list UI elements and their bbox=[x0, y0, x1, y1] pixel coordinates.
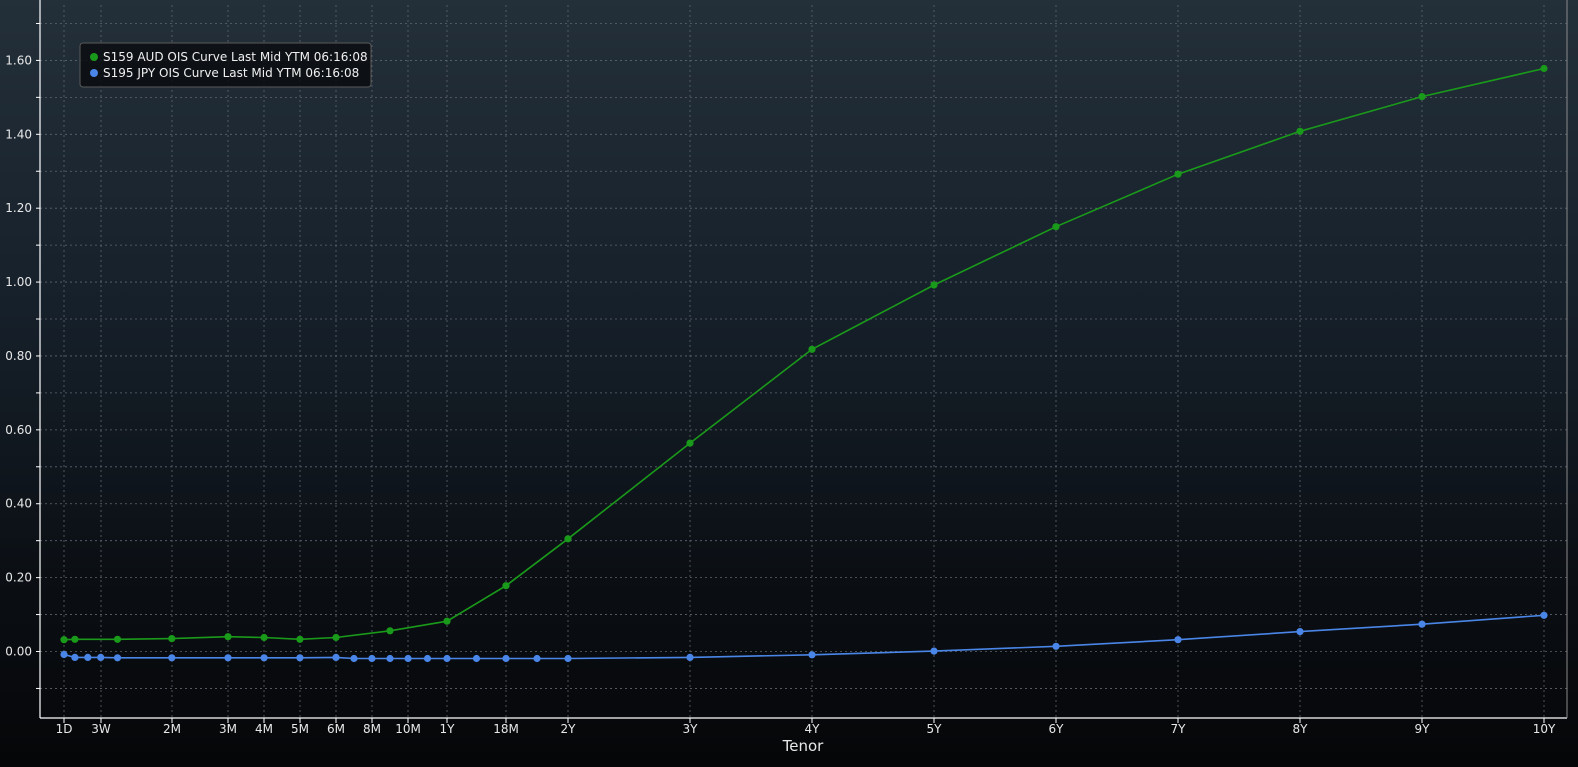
y-tick-label: 1.00 bbox=[5, 275, 32, 289]
series-0-point bbox=[808, 345, 816, 353]
x-tick-label: 5Y bbox=[927, 722, 943, 736]
legend-marker-jpy bbox=[90, 69, 98, 77]
series-1-point bbox=[808, 651, 816, 659]
grid-layer bbox=[40, 5, 1567, 718]
x-tick-label: 7Y bbox=[1171, 722, 1187, 736]
x-tick-label: 3M bbox=[219, 722, 237, 736]
series-0-point bbox=[443, 617, 451, 625]
series-1-point bbox=[60, 650, 68, 659]
y-tick-label: 0.60 bbox=[5, 423, 32, 437]
y-tick-label: 0.20 bbox=[5, 571, 32, 585]
x-tick-label: 8Y bbox=[1293, 722, 1309, 736]
series-0-point bbox=[332, 633, 340, 642]
x-tick-label: 1D bbox=[56, 722, 73, 736]
series-0-point bbox=[224, 633, 232, 641]
series-layer bbox=[60, 64, 1548, 663]
series-1-point bbox=[686, 653, 694, 662]
ois-curve-chart: 0.00 0.20 0.40 0.60 0.80 1.00 1.20 1.40 1.60 1D 3W… bbox=[0, 0, 1578, 767]
series-1-point bbox=[930, 647, 938, 655]
series-1-point bbox=[168, 654, 176, 662]
series-1-point bbox=[296, 654, 304, 662]
x-tick-label: 4Y bbox=[805, 722, 821, 736]
x-axis-title: Tenor bbox=[782, 737, 825, 755]
series-1-point bbox=[97, 653, 105, 662]
x-tick-label: 5M bbox=[291, 722, 309, 736]
series-1-point bbox=[71, 653, 79, 662]
series-0-point bbox=[71, 635, 79, 643]
y-tick-label: 1.40 bbox=[5, 127, 32, 141]
series-1-point bbox=[564, 654, 572, 663]
x-tick-label: 2M bbox=[163, 722, 181, 736]
legend: S159 AUD OIS Curve Last Mid YTM 06:16:08… bbox=[79, 42, 372, 88]
series-1-point bbox=[332, 653, 340, 662]
x-tick-label: 4M bbox=[255, 722, 273, 736]
series-1-point bbox=[533, 654, 541, 663]
x-tick-label: 10M bbox=[395, 722, 421, 736]
series-1-point bbox=[1052, 642, 1060, 650]
series-0-point bbox=[930, 281, 938, 289]
series-0-point bbox=[1540, 64, 1548, 73]
y-tick-label: 1.20 bbox=[5, 201, 32, 215]
series-0-point bbox=[60, 636, 68, 644]
legend-marker-aud bbox=[90, 53, 98, 61]
series-0-point bbox=[686, 439, 694, 447]
series-1-point bbox=[113, 654, 122, 662]
series-0-point bbox=[296, 635, 304, 643]
series-1-point bbox=[472, 654, 481, 663]
series-1-point bbox=[368, 654, 376, 663]
series-0-point bbox=[564, 535, 572, 543]
chart-svg: 0.00 0.20 0.40 0.60 0.80 1.00 1.20 1.40 1.60 1D 3W… bbox=[5, 0, 1568, 755]
axis-layer: 0.00 0.20 0.40 0.60 0.80 1.00 1.20 1.40 1.60 1D 3W… bbox=[5, 0, 1568, 736]
x-tick-label: 8M bbox=[363, 722, 381, 736]
series-1-point bbox=[260, 654, 268, 662]
series-line-0 bbox=[63, 67, 1545, 641]
series-1-point bbox=[1174, 636, 1182, 644]
series-0-point bbox=[386, 627, 394, 635]
series-line-1 bbox=[63, 614, 1545, 660]
series-1-point bbox=[84, 653, 92, 662]
series-0-point bbox=[1296, 127, 1304, 135]
series-0-point bbox=[113, 635, 122, 643]
series-1-point bbox=[1540, 611, 1548, 619]
series-1-point bbox=[404, 654, 412, 663]
x-tick-label: 1Y bbox=[440, 722, 456, 736]
x-tick-label: 6Y bbox=[1049, 722, 1065, 736]
series-1-point bbox=[1296, 628, 1304, 636]
x-tick-label: 9Y bbox=[1415, 722, 1431, 736]
y-tick-label: 0.00 bbox=[5, 645, 32, 659]
x-tick-label: 18M bbox=[493, 722, 519, 736]
x-tick-label: 10Y bbox=[1533, 722, 1556, 736]
series-1-point bbox=[423, 654, 432, 663]
series-1-point bbox=[350, 654, 358, 663]
x-tick-label: 3W bbox=[91, 722, 111, 736]
series-1-point bbox=[502, 654, 510, 663]
y-tick-label: 0.80 bbox=[5, 349, 32, 363]
series-0-point bbox=[1052, 223, 1060, 231]
y-tick-label: 1.60 bbox=[5, 53, 32, 67]
x-tick-label: 3Y bbox=[683, 722, 699, 736]
x-tick-label: 6M bbox=[327, 722, 345, 736]
legend-label-jpy: S195 JPY OIS Curve Last Mid YTM 06:16:08 bbox=[103, 66, 359, 80]
series-1-point bbox=[443, 654, 451, 663]
series-0-point bbox=[168, 635, 176, 643]
series-0-point bbox=[1418, 93, 1426, 101]
series-1-point bbox=[1418, 620, 1426, 628]
series-0-point bbox=[1174, 170, 1182, 178]
series-0-point bbox=[260, 633, 268, 642]
series-1-point bbox=[386, 654, 394, 663]
x-tick-label: 2Y bbox=[561, 722, 577, 736]
series-0-point bbox=[502, 582, 510, 590]
legend-label-aud: S159 AUD OIS Curve Last Mid YTM 06:16:08 bbox=[103, 50, 368, 64]
y-tick-label: 0.40 bbox=[5, 497, 32, 511]
series-1-point bbox=[224, 654, 232, 662]
